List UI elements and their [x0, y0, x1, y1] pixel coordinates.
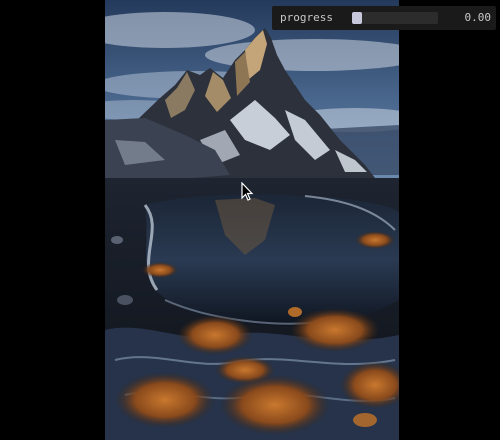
- progress-slider-handle[interactable]: [352, 12, 362, 24]
- progress-slider[interactable]: [352, 12, 438, 24]
- mountain-lake-photo: [105, 0, 399, 440]
- viewport: progress 0.00: [0, 0, 500, 440]
- progress-label: progress: [280, 11, 333, 24]
- progress-value[interactable]: 0.00: [443, 11, 492, 25]
- arrow-cursor-icon: [241, 181, 255, 202]
